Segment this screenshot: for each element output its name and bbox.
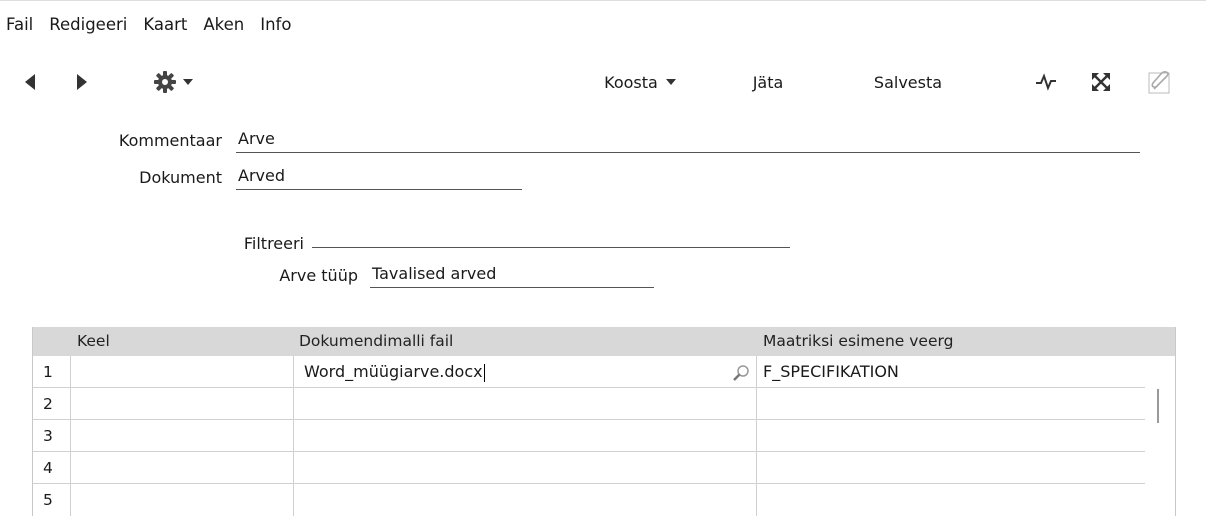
- template-file-cell[interactable]: Word_müügiarve.docx: [294, 356, 757, 388]
- koosta-button[interactable]: Koosta: [585, 62, 695, 102]
- template-file-cell[interactable]: [294, 420, 757, 452]
- row-number: 2: [33, 388, 71, 420]
- row-number: 3: [33, 420, 71, 452]
- forward-button[interactable]: [64, 62, 100, 102]
- menu-info[interactable]: Info: [252, 15, 291, 34]
- table-row: 3: [33, 420, 1145, 452]
- back-button[interactable]: [12, 62, 48, 102]
- kommentaar-field[interactable]: Arve: [236, 127, 1140, 153]
- grid-scrollbar[interactable]: [1157, 389, 1159, 423]
- settings-menu-button[interactable]: [138, 62, 208, 102]
- toolbar: Koosta Jäta Salvesta: [0, 62, 1206, 102]
- paperclip-icon: [1148, 71, 1170, 94]
- column-header-veerg[interactable]: Maatriksi esimene veerg: [763, 327, 953, 356]
- keel-cell[interactable]: [71, 452, 294, 484]
- row-number: 4: [33, 452, 71, 484]
- koosta-label: Koosta: [604, 72, 658, 92]
- document-template-grid: Keel Dokumendimalli fail Maatriksi esime…: [32, 327, 1176, 516]
- text-cursor: [483, 363, 485, 382]
- salvesta-label: Salvesta: [873, 72, 943, 92]
- keel-cell[interactable]: [71, 388, 294, 420]
- magnifier-icon[interactable]: [732, 364, 750, 382]
- pulse-icon: [1036, 73, 1056, 91]
- keel-cell[interactable]: [71, 484, 294, 516]
- salvesta-button[interactable]: Salvesta: [858, 62, 958, 102]
- attach-button[interactable]: [1140, 62, 1180, 102]
- matrix-column-cell[interactable]: F_SPECIFIKATION: [757, 356, 1145, 388]
- chevron-down-icon: [183, 79, 193, 85]
- window-top-border: [0, 0, 1206, 1]
- row-number: 5: [33, 484, 71, 516]
- grid-header: Keel Dokumendimalli fail Maatriksi esime…: [33, 327, 1175, 356]
- menu-redigeeri[interactable]: Redigeeri: [41, 15, 127, 34]
- template-file-value: Word_müügiarve.docx: [304, 362, 483, 381]
- menu-bar: Fail Redigeeri Kaart Aken Info: [0, 10, 299, 38]
- matrix-column-cell[interactable]: [757, 420, 1145, 452]
- right-triangle-icon: [77, 74, 87, 90]
- table-row: 1 Word_müügiarve.docx F_SPECIFIKATION: [33, 356, 1145, 388]
- menu-fail[interactable]: Fail: [0, 15, 33, 34]
- table-row: 2: [33, 388, 1145, 420]
- menu-aken[interactable]: Aken: [195, 15, 244, 34]
- gear-icon: [154, 71, 176, 93]
- menu-kaart[interactable]: Kaart: [135, 15, 187, 34]
- template-file-cell[interactable]: [294, 452, 757, 484]
- matrix-column-cell[interactable]: [757, 484, 1145, 516]
- filtreeri-field[interactable]: [312, 222, 790, 248]
- template-file-cell[interactable]: [294, 484, 757, 516]
- filtreeri-label: Filtreeri: [243, 234, 304, 253]
- keel-cell[interactable]: [71, 420, 294, 452]
- chevron-down-icon: [665, 79, 676, 85]
- arve-tuup-field[interactable]: Tavalised arved: [370, 262, 654, 288]
- arve-tuup-label: Arve tüüp: [279, 266, 358, 285]
- column-header-keel[interactable]: Keel: [77, 327, 110, 356]
- matrix-column-cell[interactable]: [757, 388, 1145, 420]
- pulse-button[interactable]: [1030, 62, 1062, 102]
- expand-button[interactable]: [1085, 62, 1117, 102]
- template-file-cell[interactable]: [294, 388, 757, 420]
- kommentaar-label: Kommentaar: [118, 131, 222, 150]
- keel-cell[interactable]: [71, 356, 294, 388]
- column-header-fail[interactable]: Dokumendimalli fail: [299, 327, 453, 356]
- jata-label: Jäta: [752, 72, 784, 92]
- table-row: 4: [33, 452, 1145, 484]
- dokument-label: Dokument: [139, 168, 222, 187]
- left-triangle-icon: [25, 74, 35, 90]
- expand-icon: [1092, 73, 1110, 91]
- table-row: 5: [33, 484, 1145, 516]
- matrix-column-cell[interactable]: [757, 452, 1145, 484]
- dokument-field[interactable]: Arved: [236, 164, 522, 190]
- row-number: 1: [33, 356, 71, 388]
- jata-button[interactable]: Jäta: [738, 62, 798, 102]
